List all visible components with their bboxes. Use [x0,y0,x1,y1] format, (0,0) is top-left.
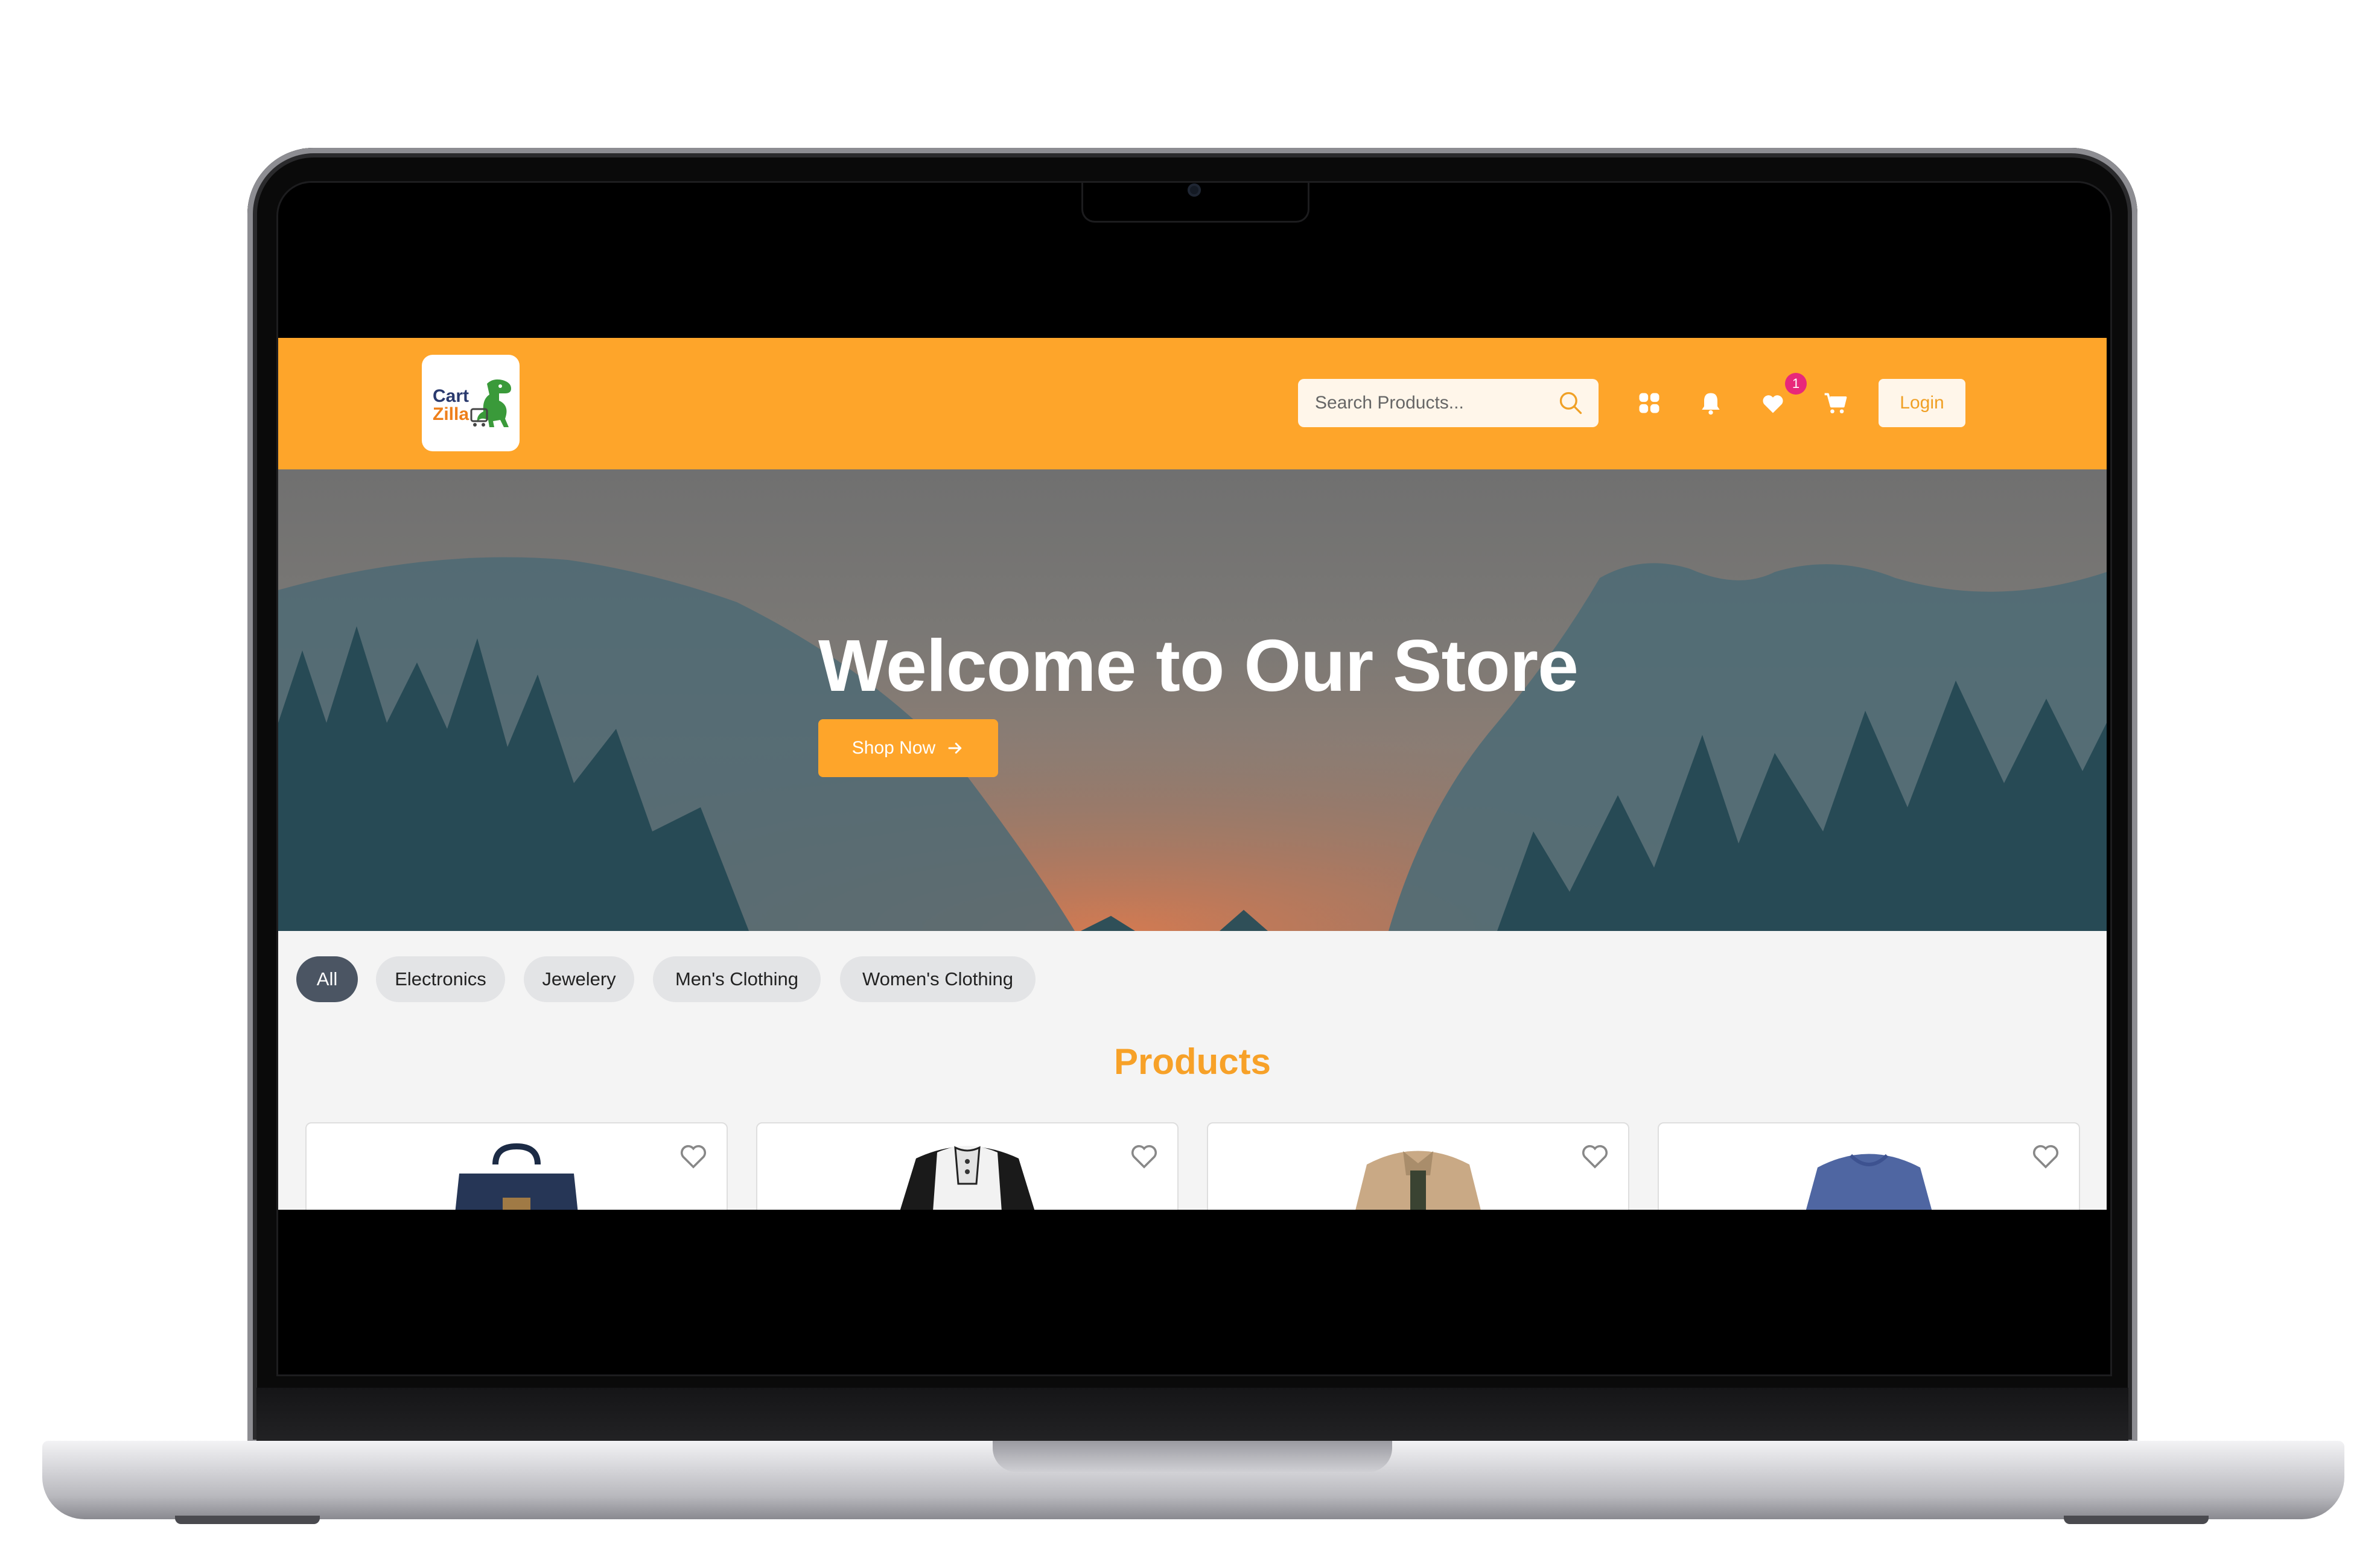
product-card[interactable] [756,1122,1179,1210]
products-heading: Products [1113,1041,1271,1082]
category-filters: All Electronics Jewelery Men's Clothing … [278,931,2107,1018]
filter-chip-electronics[interactable]: Electronics [376,956,505,1002]
search-input[interactable] [1314,392,1558,414]
wishlist-count-badge: 1 [1785,373,1807,395]
product-card[interactable] [1207,1122,1629,1210]
arrow-right-icon [948,743,962,754]
laptop-foot-left [175,1516,320,1524]
heart-outline-icon[interactable] [2028,1139,2063,1172]
hero-title: Welcome to Our Store [818,624,1579,707]
shop-now-button[interactable]: Shop Now [818,719,998,777]
filter-chip-mens-clothing[interactable]: Men's Clothing [653,956,821,1002]
brand-logo[interactable]: Cart Zilla [422,355,520,451]
heart-outline-icon[interactable] [676,1139,711,1172]
laptop-foot-right [2064,1516,2209,1524]
grid-icon[interactable] [1636,390,1662,416]
shop-now-label: Shop Now [851,738,936,758]
dinosaur-mascot-icon [470,379,511,427]
product-card[interactable] [1658,1122,2080,1210]
heart-outline-icon[interactable] [1127,1139,1162,1172]
heart-outline-icon[interactable] [1577,1139,1612,1172]
logo-text-zilla: Zilla [433,404,469,424]
browser-viewport: Cart Zilla 1 [278,338,2107,1210]
camera-icon [1188,183,1201,197]
product-card[interactable] [305,1122,728,1210]
trackpad-notch [993,1441,1392,1472]
jacket-image [1355,1151,1481,1210]
login-button[interactable]: Login [1879,379,1965,427]
filter-chip-all[interactable]: All [296,956,358,1002]
search-bar[interactable] [1298,379,1599,427]
heart-icon[interactable] [1759,390,1787,416]
filter-chip-womens-clothing[interactable]: Women's Clothing [840,956,1036,1002]
hero-banner: Welcome to Our Store Shop Now [278,469,2107,931]
backpack-image [455,1143,578,1210]
cart-icon[interactable] [1822,390,1850,416]
logo-text-cart: Cart [433,386,469,406]
henley-shirt-image [900,1146,1035,1210]
bell-icon[interactable] [1698,390,1724,416]
search-icon[interactable] [1558,390,1584,416]
laptop-hinge [256,1388,2128,1445]
navbar: Cart Zilla 1 [278,338,2107,469]
t-shirt-image [1806,1154,1932,1210]
filter-chip-jewelery[interactable]: Jewelery [524,956,634,1002]
